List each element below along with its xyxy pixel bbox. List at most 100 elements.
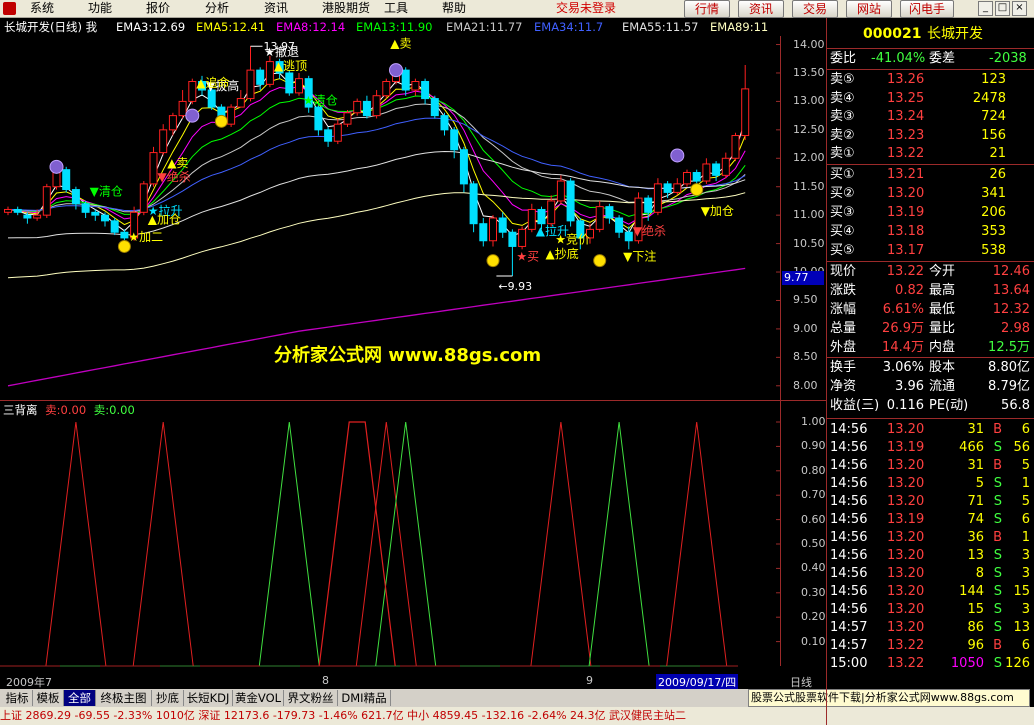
menu-help[interactable]: 帮助 (442, 1, 466, 16)
down-candle (566, 180, 575, 222)
up-candle (33, 214, 42, 219)
current-price-marker: 9.77 (782, 271, 824, 285)
toolbar-flash-button[interactable]: 闪电手 (900, 0, 954, 18)
down-candle (23, 214, 32, 219)
up-candle (4, 208, 12, 213)
sell-price: 13.22 (887, 146, 925, 162)
tab-kdj[interactable]: 长短KDJ (184, 690, 233, 706)
tick-row: 14:56 13.20 13 S 3 (827, 547, 1032, 565)
tab-gold-vol[interactable]: 黄金VOL (233, 690, 284, 706)
tab-indicator[interactable]: 指标 (2, 690, 33, 706)
sell-level-label: 卖⑤ (830, 72, 855, 87)
fund-label: 股本 (929, 360, 956, 375)
down-candle (712, 163, 721, 176)
stat-label: 量比 (929, 321, 956, 336)
fund-label: 流通 (929, 379, 956, 394)
down-candle (62, 169, 71, 191)
fund-label: 换手 (830, 360, 857, 375)
tick-volume: 144 (959, 584, 984, 599)
down-candle (450, 129, 459, 151)
down-candle (605, 206, 614, 219)
tab-fans[interactable]: 界文粉丝 (284, 690, 338, 706)
tick-price: 13.20 (887, 584, 925, 599)
maximize-button[interactable]: □ (995, 1, 1010, 16)
smiley-icon (214, 114, 228, 128)
up-candle (489, 217, 497, 242)
indicator-tabs: 指标 模板 全部 终极主图 抄底 长短KDJ 黄金VOL 界文粉丝 DMI精品 (0, 689, 748, 707)
tick-time: 14:56 (830, 494, 868, 509)
menu-tools[interactable]: 工具 (384, 1, 408, 16)
menu-hk-futures[interactable]: 港股期货 (322, 1, 370, 16)
smiley-icon (593, 254, 607, 268)
tick-volume: 5 (975, 476, 984, 491)
trade-status[interactable]: 交易未登录 (556, 1, 616, 16)
buy-volume: 341 (981, 186, 1006, 201)
tick-side: S (993, 584, 1002, 599)
stat-label: 最低 (929, 302, 956, 317)
stat-label: 最高 (929, 283, 956, 298)
tab-template[interactable]: 模板 (33, 690, 64, 706)
indicator-tick: 0.50 (801, 537, 826, 550)
up-candle (178, 100, 187, 117)
ema21-label: EMA21:11.77 (446, 20, 523, 34)
sell-price: 13.25 (887, 90, 925, 106)
menu-function[interactable]: 功能 (88, 1, 112, 16)
up-candle (139, 183, 148, 213)
tab-ultimate-main[interactable]: 终极主图 (96, 690, 152, 706)
price-tick: 11.50 (793, 179, 825, 193)
buy-price: 13.19 (887, 205, 925, 220)
tab-bottom-fishing[interactable]: 抄底 (152, 690, 184, 706)
indicator-tick: 0.40 (801, 561, 826, 575)
close-button[interactable]: × (1012, 1, 1027, 16)
menu-news[interactable]: 资讯 (264, 1, 288, 16)
stat-value: 13.22 (886, 264, 924, 279)
menu-quote[interactable]: 报价 (146, 1, 170, 16)
signal-annotation: ▼清仓 (90, 184, 123, 198)
ad-banner[interactable]: 股票公式股票软件下载|分析家公式网www.88gs.com (748, 689, 1030, 707)
frown-icon (389, 63, 403, 78)
stat-value: 13.64 (992, 283, 1030, 298)
smiley-icon (690, 183, 704, 197)
sell-volume: 724 (981, 109, 1006, 125)
minimize-button[interactable]: _ (978, 1, 993, 16)
toolbar-quote-button[interactable]: 行情 (684, 0, 730, 18)
chart-header: 长城开发(日线) 我 EMA3:12.69 EMA5:12.41 EMA8:12… (0, 18, 780, 36)
buy-price: 13.20 (887, 186, 925, 201)
ema34-label: EMA34:11.7 (534, 20, 604, 34)
app-logo-icon (3, 2, 16, 15)
menu-analysis[interactable]: 分析 (205, 1, 229, 16)
signal-annotation: ▲追命 (196, 75, 229, 90)
x-cursor-date: 2009/09/17/四 (656, 674, 739, 690)
toolbar-website-button[interactable]: 网站 (846, 0, 892, 18)
up-candle (343, 112, 352, 125)
down-candle (81, 203, 90, 213)
tab-dmi[interactable]: DMI精品 (338, 690, 391, 706)
tick-row: 14:56 13.19 74 S 6 (827, 511, 1032, 529)
indicator-chart[interactable] (0, 416, 780, 672)
up-candle (595, 206, 604, 230)
ema89-label: EMA89:11 (710, 20, 769, 34)
indicator-tick: 0.90 (801, 439, 826, 453)
tick-count: 5 (1021, 458, 1030, 473)
weibi-label: 委比 (830, 51, 857, 66)
up-candle (556, 180, 565, 202)
price-tick: 8.50 (793, 350, 818, 364)
menu-system[interactable]: 系统 (30, 1, 54, 16)
tab-all[interactable]: 全部 (64, 690, 96, 706)
up-candle (333, 123, 342, 142)
signal-annotation: ★清仓 (303, 93, 338, 107)
buy-volume: 538 (981, 243, 1006, 258)
tick-count: 126 (1005, 656, 1030, 671)
ema8-label: EMA8:12.14 (276, 20, 346, 34)
buy-level-label: 买② (830, 186, 855, 201)
tick-volume: 15 (967, 602, 984, 617)
toolbar-news-button[interactable]: 资讯 (738, 0, 784, 18)
tick-side: B (993, 530, 1002, 545)
tick-price: 13.20 (887, 422, 925, 437)
indicator-buy-value: 卖:0.00 (93, 403, 135, 417)
toolbar-trade-button[interactable]: 交易 (792, 0, 838, 18)
up-candle (547, 200, 556, 225)
buy-row: 买② 13.20 341 (827, 185, 1032, 203)
tick-time: 14:56 (830, 548, 868, 563)
buy-level-label: 买⑤ (830, 243, 855, 258)
